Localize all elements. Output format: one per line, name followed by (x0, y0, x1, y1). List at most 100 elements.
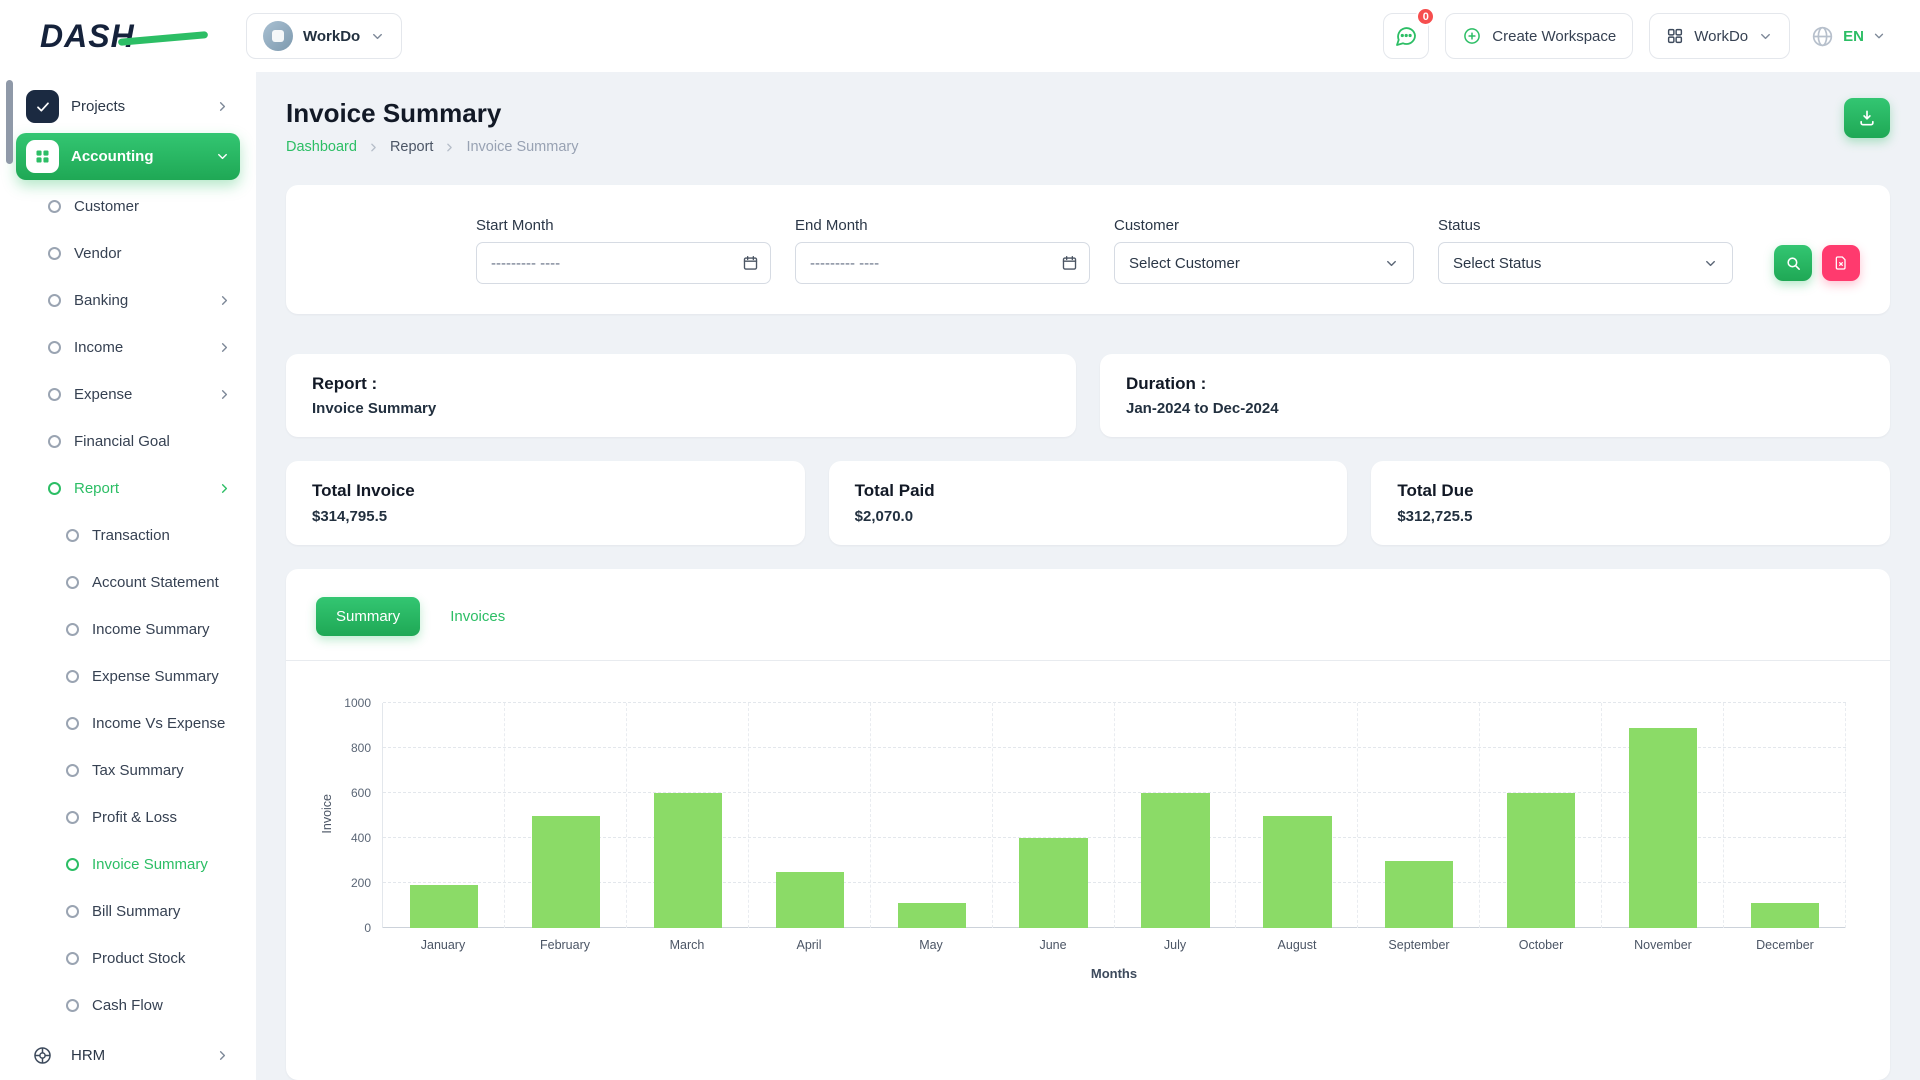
sidebar-item-expense-summary[interactable]: Expense Summary (0, 653, 256, 700)
breadcrumb-current: Invoice Summary (466, 139, 578, 155)
stat-card-total-due: Total Due $312,725.5 (1371, 461, 1890, 545)
main-content: Invoice Summary Dashboard Report Invoice… (256, 72, 1920, 1080)
bar-slot-december (1724, 703, 1846, 928)
x-tick-label: September (1358, 938, 1480, 952)
sidebar-item-hrm[interactable]: HRM (16, 1032, 240, 1079)
bullet-ring-icon (66, 858, 79, 871)
chevron-down-icon (1384, 256, 1399, 271)
bullet-ring-icon (66, 529, 79, 542)
bar-slot-april (749, 703, 871, 928)
bullet-ring-icon (48, 388, 61, 401)
bullet-ring-icon (66, 576, 79, 589)
chart-card: Summary Invoices Invoice 020040060080010… (286, 569, 1890, 1080)
sidebar-item-label: Customer (74, 198, 139, 215)
chevron-down-icon (215, 149, 230, 164)
sidebar-item-profit-loss[interactable]: Profit & Loss (0, 794, 256, 841)
messages-button[interactable]: 0 (1383, 13, 1429, 59)
sidebar-item-expense[interactable]: Expense (0, 371, 256, 418)
sidebar-item-invoice-summary[interactable]: Invoice Summary (0, 841, 256, 888)
language-code: EN (1843, 28, 1864, 45)
sidebar-item-label: Cash Flow (92, 997, 163, 1014)
app-switcher-dropdown[interactable]: WorkDo (1649, 13, 1790, 59)
report-card-value: Invoice Summary (312, 400, 1050, 417)
start-month-input[interactable] (476, 242, 771, 284)
stat-card-total-paid: Total Paid $2,070.0 (829, 461, 1348, 545)
sidebar-item-label: Expense Summary (92, 668, 219, 685)
language-selector[interactable]: EN (1806, 24, 1890, 49)
filter-card: Start Month End Month (286, 185, 1890, 314)
search-button[interactable] (1774, 245, 1812, 281)
sidebar-item-projects[interactable]: Projects (16, 83, 240, 130)
sidebar-item-label: Vendor (74, 245, 122, 262)
sidebar-item-banking[interactable]: Banking (0, 277, 256, 324)
sidebar-item-income-summary[interactable]: Income Summary (0, 606, 256, 653)
end-month-input[interactable] (795, 242, 1090, 284)
chart-x-axis-labels: JanuaryFebruaryMarchAprilMayJuneJulyAugu… (382, 938, 1846, 952)
chevron-right-icon (215, 1048, 230, 1063)
sidebar-item-tax-summary[interactable]: Tax Summary (0, 747, 256, 794)
duration-card: Duration : Jan-2024 to Dec-2024 (1100, 354, 1890, 437)
start-month-label: Start Month (476, 217, 771, 234)
bar-november (1629, 728, 1697, 928)
bullet-ring-icon (48, 294, 61, 307)
breadcrumb-report[interactable]: Report (390, 139, 434, 155)
sidebar-item-accounting[interactable]: Accounting (16, 133, 240, 180)
status-select[interactable]: Select Status (1438, 242, 1733, 284)
sidebar-item-label: Income Vs Expense (92, 715, 225, 732)
bullet-ring-icon (48, 200, 61, 213)
stat-value: $312,725.5 (1397, 508, 1864, 525)
sidebar-item-label: Income (74, 339, 123, 356)
sidebar-item-cash-flow[interactable]: Cash Flow (0, 982, 256, 1029)
top-bar: DASH WorkDo 0 (0, 0, 1920, 72)
stat-label: Total Paid (855, 481, 1322, 501)
sidebar-item-label: Report (74, 480, 119, 497)
duration-card-value: Jan-2024 to Dec-2024 (1126, 400, 1864, 417)
download-button[interactable] (1844, 98, 1890, 138)
sidebar-item-product-stock[interactable]: Product Stock (0, 935, 256, 982)
bar-slot-october (1480, 703, 1602, 928)
sidebar-item-account-statement[interactable]: Account Statement (0, 559, 256, 606)
bullet-ring-icon (48, 435, 61, 448)
create-workspace-button[interactable]: Create Workspace (1445, 13, 1633, 59)
breadcrumb-dashboard[interactable]: Dashboard (286, 139, 357, 155)
messages-count-badge: 0 (1416, 7, 1435, 26)
bar-december (1751, 903, 1819, 928)
sidebar-item-report[interactable]: Report (0, 465, 256, 512)
sidebar-item-bill-summary[interactable]: Bill Summary (0, 888, 256, 935)
chart-plot-area: 02004006008001000 (382, 703, 1846, 928)
create-workspace-label: Create Workspace (1492, 28, 1616, 45)
stat-label: Total Invoice (312, 481, 779, 501)
sidebar-item-income[interactable]: Income (0, 324, 256, 371)
bullet-ring-icon (66, 811, 79, 824)
tab-summary[interactable]: Summary (316, 597, 420, 636)
sidebar-scrollbar[interactable] (6, 80, 13, 164)
page-title: Invoice Summary (286, 98, 578, 129)
report-card-label: Report : (312, 374, 1050, 394)
customer-select[interactable]: Select Customer (1114, 242, 1414, 284)
sidebar-item-customer[interactable]: Customer (0, 183, 256, 230)
bar-slot-june (993, 703, 1115, 928)
x-tick-label: December (1724, 938, 1846, 952)
bar-april (776, 872, 844, 928)
grid-icon (1666, 27, 1684, 45)
sidebar-item-income-vs-expense[interactable]: Income Vs Expense (0, 700, 256, 747)
chevron-right-icon (443, 141, 456, 154)
reset-filter-button[interactable] (1822, 245, 1860, 281)
bar-slot-february (505, 703, 627, 928)
tab-invoices[interactable]: Invoices (430, 597, 525, 636)
bar-slot-august (1236, 703, 1358, 928)
sidebar-item-label: Transaction (92, 527, 170, 544)
chart-y-axis-title: Invoice (320, 794, 334, 834)
globe-icon (1810, 24, 1835, 49)
top-bar-actions: 0 Create Workspace WorkDo (1383, 13, 1890, 59)
sidebar-item-label: Financial Goal (74, 433, 170, 450)
breadcrumb: Dashboard Report Invoice Summary (286, 139, 578, 155)
sidebar-item-label: HRM (71, 1047, 105, 1064)
app-root: DASH WorkDo 0 (0, 0, 1920, 1080)
sidebar-item-financial-goal[interactable]: Financial Goal (0, 418, 256, 465)
chevron-down-icon (370, 29, 385, 44)
sidebar-item-transaction[interactable]: Transaction (0, 512, 256, 559)
workspace-selector[interactable]: WorkDo (246, 13, 402, 59)
bullet-ring-icon (66, 623, 79, 636)
sidebar-item-vendor[interactable]: Vendor (0, 230, 256, 277)
